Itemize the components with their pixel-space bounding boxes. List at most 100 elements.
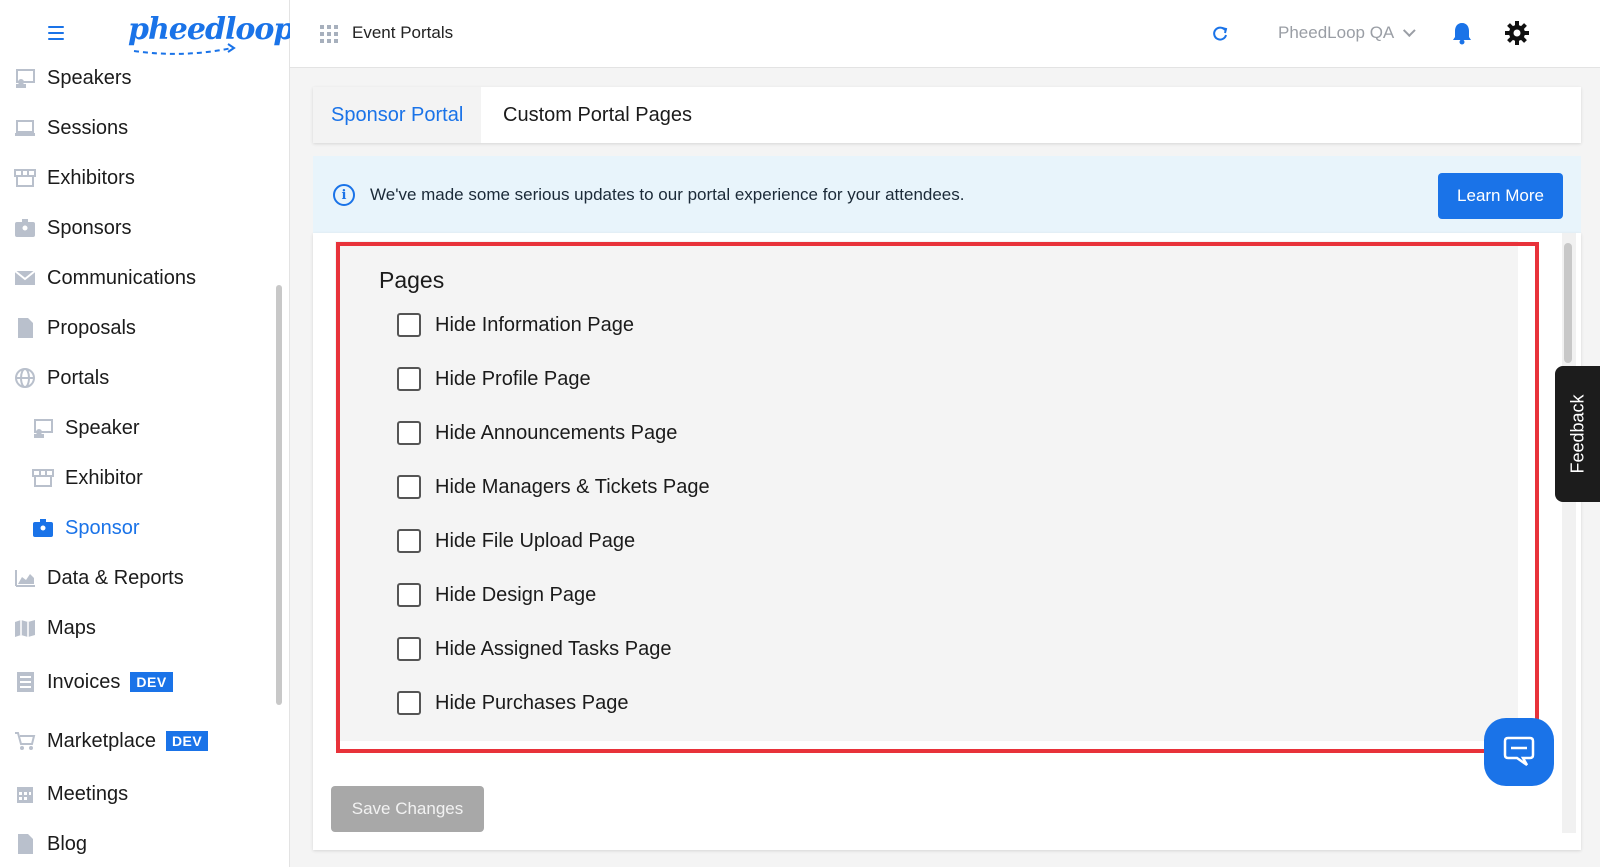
badge-icon	[32, 517, 54, 539]
sidebar-item-exhibitor[interactable]: Exhibitor	[0, 458, 276, 498]
hide-file-upload-page-option[interactable]: Hide File Upload Page	[397, 526, 635, 556]
feedback-tab[interactable]: Feedback	[1555, 366, 1600, 502]
sidebar-item-sponsors[interactable]: Sponsors	[0, 208, 276, 248]
store-icon	[32, 467, 54, 489]
sidebar-item-label: Data & Reports	[47, 566, 184, 589]
chat-button[interactable]	[1484, 718, 1554, 786]
sidebar-item-exhibitors[interactable]: Exhibitors	[0, 158, 276, 198]
checkbox-label: Hide Design Page	[435, 583, 597, 606]
sidebar-item-portals[interactable]: Portals	[0, 358, 276, 398]
checkbox-label: Hide Announcements Page	[435, 421, 678, 444]
speaker-icon	[32, 417, 54, 439]
save-changes-button[interactable]: Save Changes	[331, 786, 484, 832]
sidebar-item-speaker[interactable]: Speaker	[0, 408, 276, 448]
checkbox-label: Hide Information Page	[435, 313, 635, 336]
sidebar-item-blog[interactable]: Blog	[0, 824, 276, 864]
sidebar-scrollbar[interactable]	[276, 285, 282, 705]
dev-badge: DEV	[130, 672, 173, 693]
store-icon	[14, 167, 36, 189]
sidebar-item-marketplace[interactable]: Marketplace DEV	[0, 721, 276, 761]
checkbox-label: Hide Profile Page	[435, 367, 591, 390]
checkbox[interactable]	[397, 367, 421, 391]
info-icon: i	[333, 184, 355, 206]
pages-panel: Pages Hide Information Page Hide Profile…	[335, 241, 1518, 741]
sidebar-item-proposals[interactable]: Proposals	[0, 308, 276, 348]
sidebar-item-label: Portals	[47, 366, 110, 389]
sidebar-item-meetings[interactable]: Meetings	[0, 774, 276, 814]
sidebar-item-label: Speakers	[47, 66, 132, 89]
portal-tabs: Sponsor Portal Custom Portal Pages	[313, 87, 1581, 143]
calendar-icon	[14, 783, 36, 805]
laptop-icon	[14, 117, 36, 139]
sidebar-item-label: Marketplace DEV	[47, 729, 209, 753]
hide-information-page-option[interactable]: Hide Information Page	[397, 310, 634, 340]
sidebar-item-communications[interactable]: Communications	[0, 258, 276, 298]
chat-icon	[1503, 736, 1535, 767]
hide-announcements-page-option[interactable]: Hide Announcements Page	[397, 418, 677, 448]
file-icon	[14, 317, 36, 339]
info-banner: i We've made some serious updates to our…	[313, 156, 1581, 233]
checkbox-label: Hide Assigned Tasks Page	[435, 637, 672, 660]
refresh-icon[interactable]	[1210, 24, 1230, 44]
sidebar-item-label: Sponsor	[65, 516, 140, 539]
sidebar-item-label: Exhibitors	[47, 166, 135, 189]
top-bar: Event Portals PheedLoop QA	[290, 0, 1600, 68]
hide-assigned-tasks-page-option[interactable]: Hide Assigned Tasks Page	[397, 634, 671, 664]
hide-profile-page-option[interactable]: Hide Profile Page	[397, 364, 591, 394]
cart-icon	[14, 730, 36, 752]
page-title: Event Portals	[352, 23, 454, 42]
checkbox[interactable]	[397, 421, 421, 445]
hide-design-page-option[interactable]: Hide Design Page	[397, 580, 596, 610]
sidebar-item-label: Maps	[47, 616, 96, 639]
hide-managers-tickets-page-option[interactable]: Hide Managers & Tickets Page	[397, 472, 710, 502]
checkbox[interactable]	[397, 475, 421, 499]
checkbox[interactable]	[397, 637, 421, 661]
badge-icon	[14, 217, 36, 239]
checkbox[interactable]	[397, 691, 421, 715]
tab-custom-portal-pages[interactable]: Custom Portal Pages	[485, 87, 710, 143]
settings-card: Pages Hide Information Page Hide Profile…	[313, 233, 1581, 850]
checkbox-label: Hide Purchases Page	[435, 691, 629, 714]
sidebar-item-label: Speaker	[65, 416, 140, 439]
gear-icon[interactable]	[1504, 20, 1530, 46]
sidebar-item-label: Meetings	[47, 782, 129, 805]
logo[interactable]: pheedloop	[124, 8, 294, 58]
sidebar-item-label: Communications	[47, 266, 196, 289]
checkbox[interactable]	[397, 529, 421, 553]
invoices-label: Invoices	[47, 670, 121, 693]
account-dropdown[interactable]: PheedLoop QA	[1278, 23, 1416, 43]
logo-swoosh	[133, 43, 236, 55]
apps-grid-icon[interactable]	[320, 25, 338, 43]
feedback-label: Feedback	[1567, 394, 1587, 474]
chevron-down-icon	[1403, 24, 1416, 38]
menu-icon[interactable]	[48, 26, 64, 40]
sidebar-item-sponsor[interactable]: Sponsor	[0, 508, 276, 548]
card-scrollbar[interactable]	[1564, 243, 1572, 363]
sidebar-item-label: Sponsors	[47, 216, 132, 239]
checkbox-label: Hide Managers & Tickets Page	[435, 475, 710, 498]
sidebar-item-label: Blog	[47, 832, 88, 855]
globe-icon	[14, 367, 36, 389]
marketplace-label: Marketplace	[47, 729, 156, 752]
bell-icon[interactable]	[1450, 20, 1474, 46]
sidebar-item-invoices[interactable]: Invoices DEV	[0, 662, 276, 702]
invoice-icon	[14, 671, 36, 693]
account-name: PheedLoop QA	[1278, 23, 1395, 42]
hide-purchases-page-option[interactable]: Hide Purchases Page	[397, 688, 628, 718]
sidebar-item-data-reports[interactable]: Data & Reports	[0, 558, 276, 598]
checkbox[interactable]	[397, 583, 421, 607]
banner-text: We've made some serious updates to our p…	[370, 185, 965, 204]
speaker-icon	[14, 67, 36, 89]
sidebar-item-sessions[interactable]: Sessions	[0, 108, 276, 148]
map-icon	[14, 617, 36, 639]
mail-icon	[14, 267, 36, 289]
dev-badge: DEV	[165, 731, 209, 752]
sidebar-item-speakers[interactable]: Speakers	[0, 58, 276, 98]
tab-sponsor-portal[interactable]: Sponsor Portal	[313, 87, 482, 143]
pages-heading: Pages	[379, 267, 445, 293]
sidebar-item-maps[interactable]: Maps	[0, 608, 276, 648]
checkbox[interactable]	[397, 313, 421, 337]
learn-more-button[interactable]: Learn More	[1438, 173, 1563, 219]
sidebar: pheedloop Speakers Sessions Exhibitors S…	[0, 0, 294, 867]
sidebar-item-label: Exhibitor	[65, 466, 143, 489]
